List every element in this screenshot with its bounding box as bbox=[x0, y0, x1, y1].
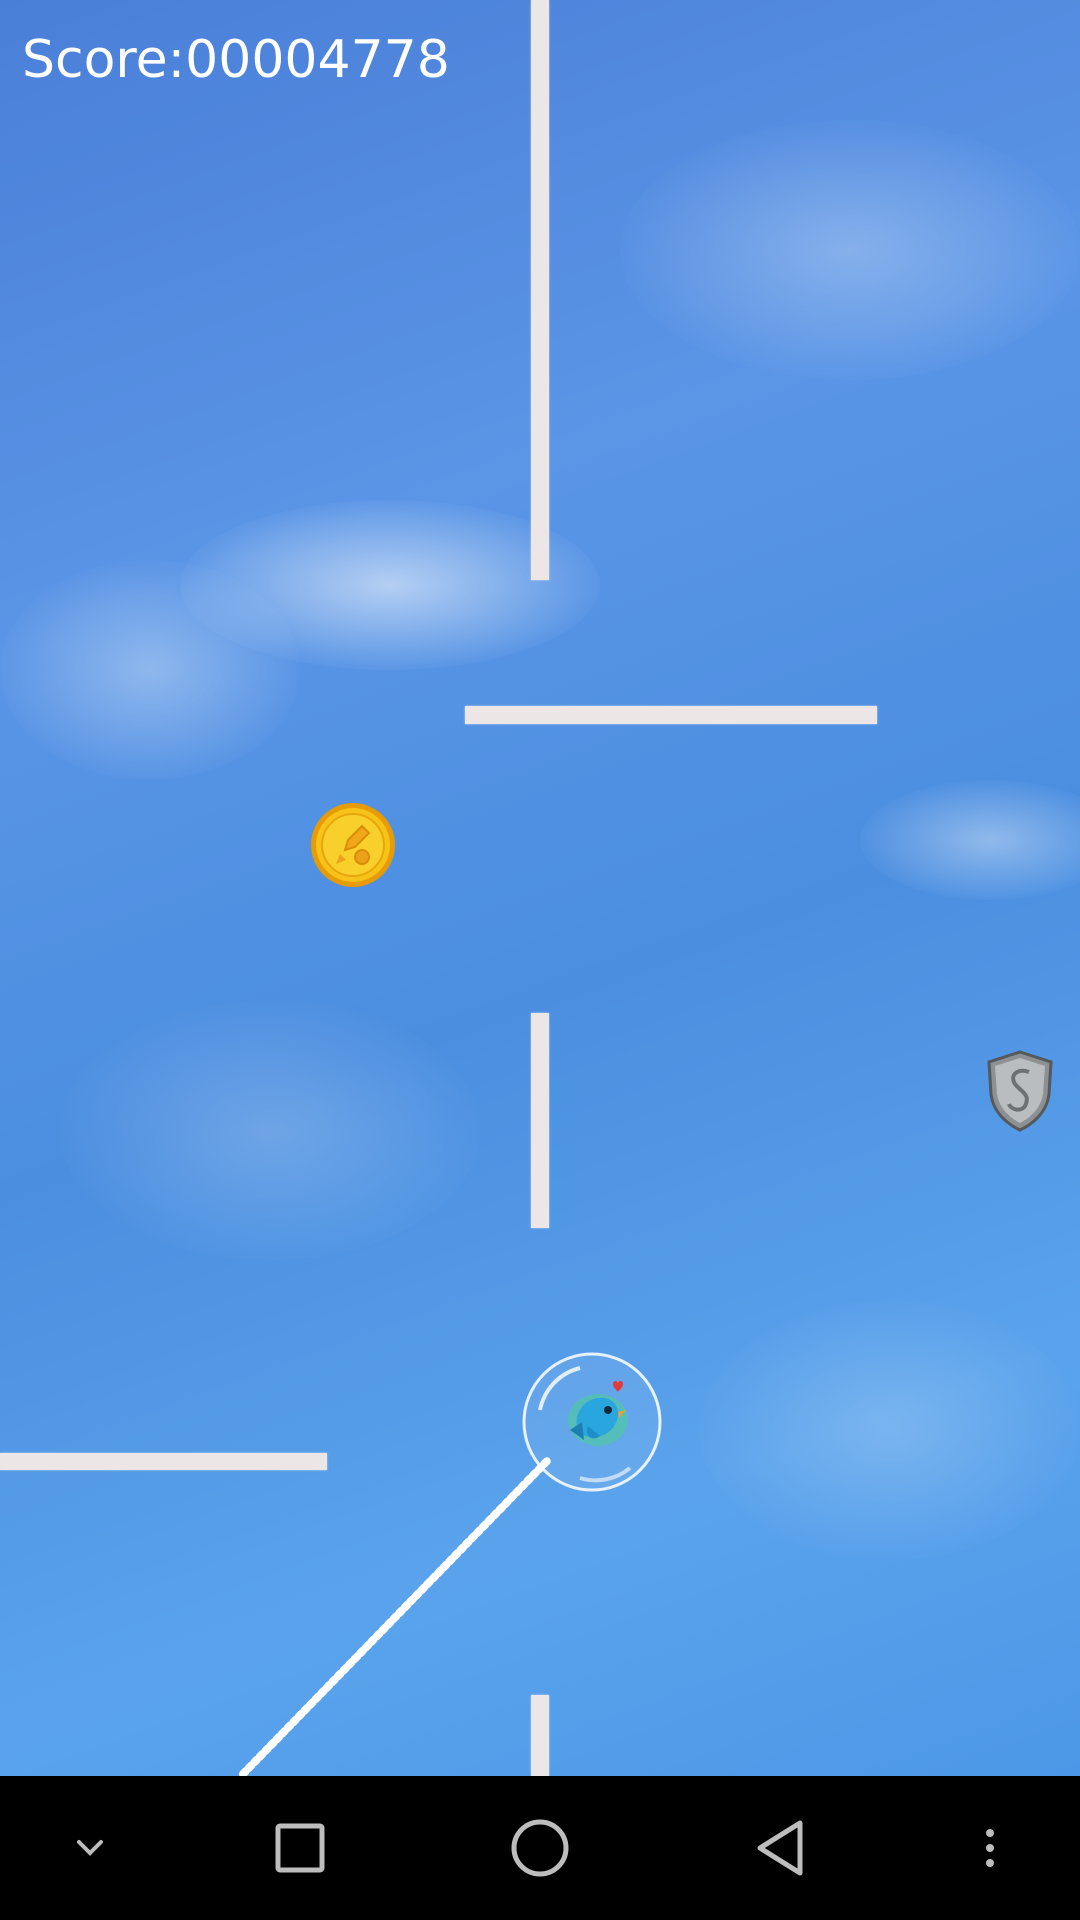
cloud bbox=[700, 1300, 1080, 1560]
obstacle-bar bbox=[531, 1013, 549, 1228]
cloud bbox=[0, 560, 300, 780]
system-nav-bar bbox=[0, 1776, 1080, 1920]
obstacle-bar bbox=[531, 0, 549, 580]
cloud bbox=[620, 120, 1080, 380]
cloud bbox=[60, 1000, 480, 1260]
recents-square-icon bbox=[275, 1823, 325, 1873]
nav-menu-button[interactable] bbox=[940, 1776, 1040, 1920]
chevron-down-icon bbox=[77, 1840, 103, 1856]
obstacle-bar bbox=[531, 1695, 549, 1776]
nav-home-button[interactable] bbox=[490, 1776, 590, 1920]
back-triangle-icon bbox=[757, 1820, 803, 1876]
obstacle-bar bbox=[0, 1453, 327, 1470]
obstacle-bar bbox=[465, 706, 877, 724]
nav-back-button[interactable] bbox=[730, 1776, 830, 1920]
nav-collapse-button[interactable] bbox=[40, 1776, 140, 1920]
rocket-coin-icon bbox=[310, 802, 396, 888]
nav-recents-button[interactable] bbox=[250, 1776, 350, 1920]
home-circle-icon bbox=[511, 1819, 569, 1877]
more-vertical-icon bbox=[986, 1829, 994, 1867]
shield-powerup-icon bbox=[985, 1050, 1055, 1132]
score-display: Score:00004778 bbox=[22, 30, 450, 90]
game-canvas[interactable]: Score:00004778 bbox=[0, 0, 1080, 1776]
cloud bbox=[860, 780, 1080, 900]
bird-in-bubble-icon bbox=[520, 1350, 664, 1494]
